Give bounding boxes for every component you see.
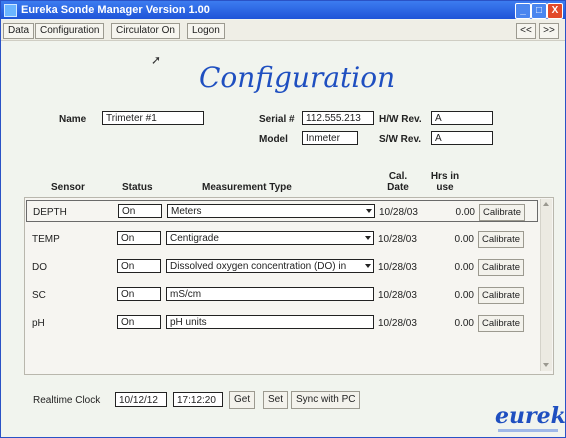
hrs-in-use: 0.00 bbox=[454, 262, 474, 273]
cal-date: 10/28/03 bbox=[378, 262, 417, 273]
table-row[interactable]: SC On mS/cm 10/28/03 0.00 Calibrate bbox=[26, 284, 538, 306]
sw-rev-label: S/W Rev. bbox=[379, 134, 422, 145]
app-icon bbox=[4, 4, 17, 17]
sync-with-pc-button[interactable]: Sync with PC bbox=[291, 391, 361, 409]
scroll-down-icon[interactable] bbox=[543, 363, 549, 367]
sensor-table: DEPTH On Meters 10/28/03 0.00 Calibrate … bbox=[24, 197, 554, 375]
serial-label: Serial # bbox=[259, 114, 295, 125]
serial-field[interactable]: 112.555.213 bbox=[302, 111, 374, 125]
hrs-in-use: 0.00 bbox=[454, 318, 474, 329]
eureka-logo: eureka bbox=[495, 403, 566, 429]
nav-prev-button[interactable]: << bbox=[516, 23, 536, 39]
header-measurement-type: Measurement Type bbox=[202, 182, 292, 193]
sensor-name: TEMP bbox=[32, 234, 60, 245]
menu-logon[interactable]: Logon bbox=[187, 23, 225, 39]
menu-bar: Data Configuration Circulator On Logon <… bbox=[1, 20, 565, 41]
hrs-in-use: 0.00 bbox=[454, 234, 474, 245]
calibrate-button[interactable]: Calibrate bbox=[478, 259, 525, 276]
table-row[interactable]: DO On Dissolved oxygen concentration (DO… bbox=[26, 256, 538, 278]
calibrate-button[interactable]: Calibrate bbox=[478, 315, 525, 332]
window-title: Eureka Sonde Manager Version 1.00 bbox=[21, 4, 210, 16]
sensor-name: pH bbox=[32, 318, 45, 329]
set-clock-button[interactable]: Set bbox=[263, 391, 289, 409]
hw-rev-field[interactable]: A bbox=[431, 111, 493, 125]
status-field[interactable]: On bbox=[117, 231, 161, 245]
model-field[interactable]: Inmeter bbox=[302, 131, 358, 145]
status-field[interactable]: On bbox=[117, 315, 161, 329]
sensor-name: DEPTH bbox=[33, 207, 67, 218]
chevron-down-icon bbox=[366, 209, 372, 213]
nav-next-button[interactable]: >> bbox=[539, 23, 559, 39]
chevron-down-icon bbox=[365, 236, 371, 240]
measurement-type-select[interactable]: Centigrade bbox=[166, 231, 374, 245]
hrs-in-use: 0.00 bbox=[454, 290, 474, 301]
page-title: Configuration bbox=[199, 61, 396, 94]
mouse-pointer-icon: ➚ bbox=[151, 53, 162, 67]
cal-date: 10/28/03 bbox=[379, 207, 418, 218]
hrs-in-use: 0.00 bbox=[455, 207, 475, 218]
table-row[interactable]: DEPTH On Meters 10/28/03 0.00 Calibrate bbox=[26, 200, 538, 222]
sw-rev-field[interactable]: A bbox=[431, 131, 493, 145]
clock-date-field[interactable]: 10/12/12 bbox=[115, 392, 167, 407]
measurement-type-field[interactable]: pH units bbox=[166, 315, 374, 329]
measurement-type-select[interactable]: Dissolved oxygen concentration (DO) in bbox=[166, 259, 374, 273]
sensor-name: DO bbox=[32, 262, 47, 273]
sensor-name: SC bbox=[32, 290, 46, 301]
chevron-down-icon bbox=[365, 264, 371, 268]
cal-date: 10/28/03 bbox=[378, 290, 417, 301]
status-field[interactable]: On bbox=[117, 259, 161, 273]
calibrate-button[interactable]: Calibrate bbox=[479, 204, 526, 221]
calibrate-button[interactable]: Calibrate bbox=[478, 287, 525, 304]
maximize-button[interactable]: □ bbox=[531, 3, 547, 19]
scroll-up-icon[interactable] bbox=[543, 202, 549, 206]
title-bar[interactable]: Eureka Sonde Manager Version 1.00 _ □ X bbox=[1, 1, 565, 19]
table-row[interactable]: TEMP On Centigrade 10/28/03 0.00 Calibra… bbox=[26, 228, 538, 250]
vertical-scrollbar[interactable] bbox=[540, 199, 552, 371]
table-row[interactable]: pH On pH units 10/28/03 0.00 Calibrate bbox=[26, 312, 538, 334]
close-button[interactable]: X bbox=[547, 3, 563, 19]
model-label: Model bbox=[259, 134, 288, 145]
header-status: Status bbox=[122, 182, 153, 193]
header-hrs-in-use: Hrs in use bbox=[430, 171, 460, 193]
menu-configuration[interactable]: Configuration bbox=[35, 23, 105, 39]
name-label: Name bbox=[59, 114, 87, 125]
menu-data[interactable]: Data bbox=[3, 23, 35, 39]
header-sensor: Sensor bbox=[51, 182, 85, 193]
measurement-type-select[interactable]: Meters bbox=[167, 204, 375, 218]
cal-date: 10/28/03 bbox=[378, 234, 417, 245]
clock-time-field[interactable]: 17:12:20 bbox=[173, 392, 223, 407]
realtime-clock-label: Realtime Clock bbox=[33, 395, 101, 406]
app-window: Eureka Sonde Manager Version 1.00 _ □ X … bbox=[0, 0, 566, 438]
header-cal-date: Cal. Date bbox=[387, 171, 409, 193]
measurement-type-field[interactable]: mS/cm bbox=[166, 287, 374, 301]
get-clock-button[interactable]: Get bbox=[229, 391, 256, 409]
calibrate-button[interactable]: Calibrate bbox=[478, 231, 525, 248]
name-field[interactable]: Trimeter #1 bbox=[102, 111, 204, 125]
minimize-button[interactable]: _ bbox=[515, 3, 531, 19]
hw-rev-label: H/W Rev. bbox=[379, 114, 422, 125]
status-field[interactable]: On bbox=[117, 287, 161, 301]
cal-date: 10/28/03 bbox=[378, 318, 417, 329]
status-field[interactable]: On bbox=[118, 204, 162, 218]
logo-underline bbox=[498, 429, 558, 432]
menu-circulator-on[interactable]: Circulator On bbox=[111, 23, 180, 39]
